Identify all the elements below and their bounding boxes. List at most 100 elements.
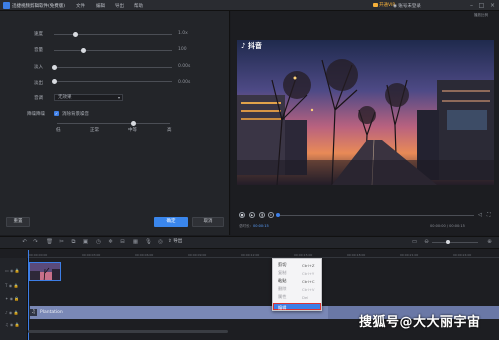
level-medium[interactable]: 中等 (128, 127, 137, 133)
speed-label: 速度 (34, 32, 43, 37)
fullscreen-icon[interactable]: ⛶ (487, 212, 491, 218)
speed-slider-knob[interactable] (73, 31, 78, 37)
fade-out-slider-knob[interactable] (52, 78, 57, 84)
ruler-tick: 00:00:00:00 (29, 253, 48, 257)
time-total: 00:00:15 (253, 224, 269, 228)
ruler-tick: 00:00:03:00 (82, 253, 101, 257)
video-track-controls[interactable]: ▭ ◉ 🔒 (5, 268, 23, 274)
title-bar (0, 0, 499, 11)
ruler-tick: 00:00:24:00 (453, 253, 472, 257)
text-track-controls[interactable]: T ◉ 🔒 (5, 283, 23, 289)
volume-icon[interactable]: ◁ (478, 212, 482, 218)
cancel-button[interactable]: 取消 (192, 217, 224, 227)
volume-slider-knob[interactable] (81, 47, 86, 53)
context-menu-paste-shortcut: Ctrl+C (302, 278, 315, 284)
time-total-label: 总时长： (239, 224, 253, 228)
split-icon[interactable]: ⊟ (119, 239, 126, 246)
mic-icon[interactable]: 🎙 (145, 239, 152, 246)
crop-icon[interactable]: ⧉ (70, 239, 77, 246)
maximize-icon[interactable]: □ (478, 2, 485, 9)
denoise-checkbox[interactable]: ✓ (54, 111, 59, 116)
app-logo-icon (3, 2, 10, 9)
freeze-icon[interactable]: ❄ (107, 239, 114, 246)
audio-clip-title: Plantation (40, 309, 63, 315)
fit-icon[interactable]: ▭ (411, 239, 418, 246)
crown-icon (373, 2, 378, 7)
export-button[interactable]: ⇪ 导出 (168, 238, 182, 244)
level-high[interactable]: 高 (167, 127, 172, 133)
context-menu-properties[interactable]: 属性 (278, 294, 286, 300)
mosaic-icon[interactable]: ▦ (132, 239, 139, 246)
menu-file[interactable]: 文件 (76, 3, 85, 9)
chevron-down-icon: ▾ (117, 95, 120, 100)
context-menu-edit-label: 编辑 (278, 304, 287, 310)
stop-icon[interactable]: ■ (239, 212, 245, 218)
denoise-level-track[interactable] (57, 123, 170, 124)
copy-icon[interactable]: ▣ (82, 239, 89, 246)
menu-help[interactable]: 帮助 (134, 3, 143, 9)
overlay-track-controls[interactable]: ✦ ◉ 🔒 (5, 296, 23, 302)
export-label: 导出 (173, 239, 183, 244)
video-clip[interactable] (29, 262, 61, 281)
audio-track-controls[interactable]: ♪ ◉ 🔒 (5, 310, 23, 316)
skip-icon[interactable]: ⏵ (268, 212, 274, 218)
fade-in-slider-track[interactable] (54, 67, 172, 68)
denoise-option-label: 消除背景噪音 (62, 112, 89, 117)
time-readout: 总时长：00:00:15 (239, 224, 269, 229)
close-icon[interactable]: × (489, 2, 496, 9)
speed-value: 1.0x (178, 31, 188, 36)
minimize-icon[interactable]: – (468, 2, 475, 9)
reset-button[interactable]: 重置 (6, 217, 30, 227)
playback-progress-track[interactable] (278, 215, 474, 216)
menu-edit[interactable]: 编辑 (96, 3, 105, 9)
fade-in-value: 0.00s (178, 64, 191, 69)
context-menu-delete[interactable]: 删除 (278, 286, 286, 292)
app-title: 迅捷视频剪辑软件(免费版) (12, 3, 66, 9)
cut-icon[interactable]: ✂ (58, 239, 65, 246)
play-icon[interactable]: ▶ (249, 212, 255, 218)
fade-out-label: 淡出 (34, 81, 43, 86)
pitch-select-value: 无效果 (58, 95, 72, 100)
ruler-tick: 00:00:18:00 (347, 253, 366, 257)
fade-in-label: 淡入 (34, 65, 43, 70)
denoise-label: 降噪降噪 (27, 112, 45, 117)
zoom-slider-knob[interactable] (446, 240, 450, 244)
ruler-tick: 00:00:15:00 (294, 253, 313, 257)
level-low[interactable]: 低 (56, 127, 61, 133)
pitch-label: 音调 (34, 96, 43, 101)
zoom-in-icon[interactable]: ⊕ (486, 239, 493, 246)
music-note-icon: ♫ (30, 309, 37, 316)
music-track-controls[interactable]: ♫ ◉ 🔒 (5, 322, 23, 328)
user-login[interactable]: ◉ 账号未登录 (393, 3, 421, 9)
record-icon[interactable]: ◎ (157, 239, 164, 246)
speed-icon[interactable]: ◷ (95, 239, 102, 246)
zoom-out-icon[interactable]: ⊖ (423, 239, 430, 246)
denoise-level-knob[interactable] (131, 120, 136, 126)
fade-in-slider-knob[interactable] (52, 64, 57, 70)
context-menu-properties-shortcut: Del (302, 294, 309, 300)
menu-export[interactable]: 导出 (115, 3, 124, 9)
context-menu-delete-shortcut: Ctrl+V (302, 286, 315, 292)
undo-icon[interactable]: ↶ (21, 239, 28, 246)
pause-icon[interactable]: ❚ (259, 212, 265, 218)
pitch-select[interactable]: 无效果 ▾ (54, 94, 123, 101)
context-menu-paste[interactable]: 粘贴 (278, 278, 286, 284)
volume-label: 音量 (34, 48, 43, 53)
ruler-tick: 00:00:09:00 (188, 253, 207, 257)
ok-button[interactable]: 确定 (154, 217, 188, 227)
level-normal[interactable]: 正常 (90, 127, 99, 133)
redo-icon[interactable]: ↷ (32, 239, 39, 246)
aspect-ratio-button[interactable]: 播放比例 (474, 13, 488, 18)
fade-out-slider-track[interactable] (54, 81, 172, 82)
playback-progress-knob[interactable] (276, 213, 280, 217)
delete-icon[interactable]: 🗑 (46, 239, 53, 246)
speed-slider-track[interactable] (54, 34, 172, 35)
zoom-slider-track[interactable] (432, 242, 478, 243)
context-menu-copy[interactable]: 复制 (278, 270, 286, 276)
playhead[interactable] (28, 250, 29, 340)
user-label: 账号未登录 (398, 3, 421, 9)
tiktok-watermark: ♪ 抖音 (241, 42, 262, 50)
volume-slider-track[interactable] (54, 50, 172, 51)
timeline-scrollbar[interactable] (28, 330, 228, 333)
context-menu-cut[interactable]: 剪切 (278, 262, 286, 268)
